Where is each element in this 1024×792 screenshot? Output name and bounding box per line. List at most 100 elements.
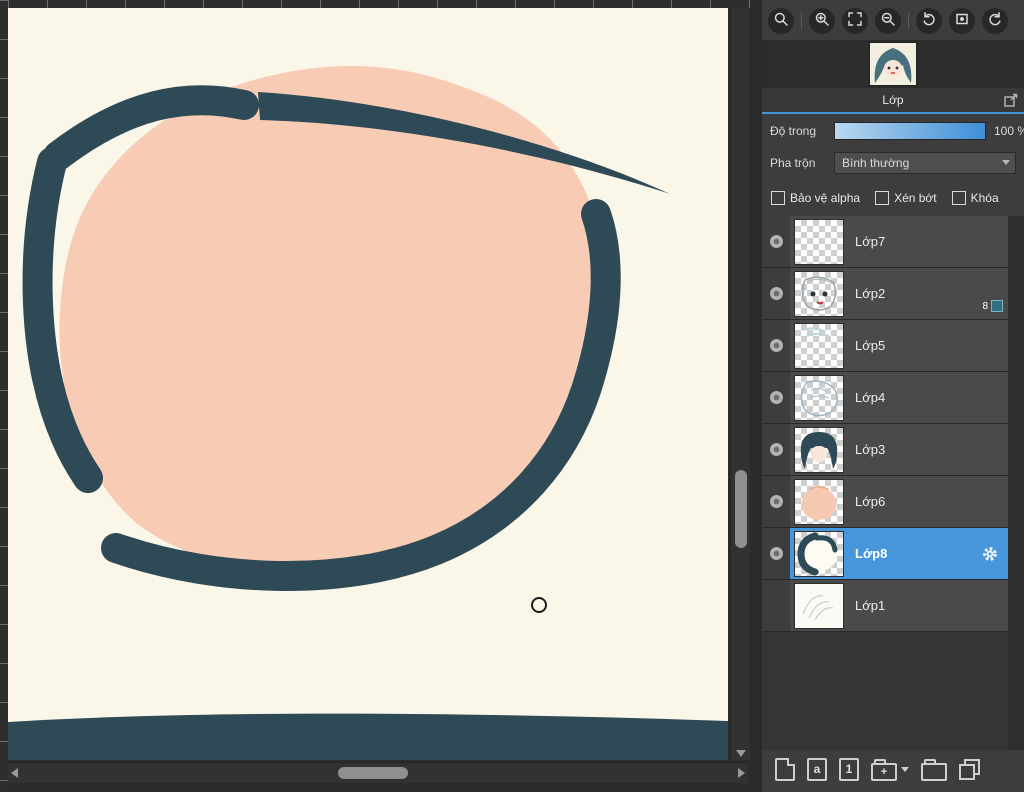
layer-row[interactable]: Lớp8 bbox=[762, 528, 1008, 580]
layer-row-content[interactable]: Lớp4 bbox=[790, 372, 1008, 423]
layer-thumbnail[interactable] bbox=[795, 219, 843, 264]
layer-settings-gear-icon[interactable] bbox=[981, 545, 999, 563]
zoom-tool-button[interactable] bbox=[768, 8, 794, 34]
layer-row-content[interactable]: Lớp5 bbox=[790, 320, 1008, 371]
navigator-thumbnail[interactable] bbox=[870, 43, 916, 85]
drawing-canvas[interactable] bbox=[8, 8, 728, 760]
layer-name: Lớp1 bbox=[855, 598, 886, 613]
opacity-row: Độ trong 100 % bbox=[762, 120, 1024, 142]
layer-name: Lớp3 bbox=[855, 442, 886, 457]
zoom-tool-icon bbox=[773, 11, 789, 32]
scroll-left-arrow-icon[interactable] bbox=[11, 768, 18, 778]
blend-mode-dropdown[interactable]: Bình thường bbox=[834, 152, 1016, 174]
visibility-dot-icon bbox=[769, 391, 783, 404]
xen-bot-option[interactable]: Xén bớt bbox=[875, 191, 937, 205]
toolbar-separator bbox=[801, 13, 802, 29]
tab-layers-label: Lớp bbox=[882, 93, 904, 107]
visibility-toggle[interactable] bbox=[762, 528, 790, 579]
layer-name: Lớp6 bbox=[855, 494, 886, 509]
layer-list-scroll-gutter[interactable] bbox=[1008, 216, 1024, 750]
layer-toolbar: a 1 + bbox=[762, 752, 1024, 786]
option-label: Xén bớt bbox=[894, 191, 937, 205]
layer-thumbnail[interactable] bbox=[795, 531, 843, 576]
layer-row-content[interactable]: Lớp8 bbox=[790, 528, 1008, 579]
visibility-dot-icon bbox=[769, 339, 783, 352]
visibility-toggle[interactable] bbox=[762, 424, 790, 475]
visibility-toggle[interactable] bbox=[762, 320, 790, 371]
visibility-toggle[interactable] bbox=[762, 268, 790, 319]
add-folder-button[interactable]: + bbox=[871, 758, 909, 781]
horizontal-scrollbar-thumb[interactable] bbox=[338, 767, 408, 779]
layer-name: Lớp8 bbox=[855, 546, 888, 561]
text-layer-button[interactable]: a bbox=[807, 757, 827, 781]
layer-thumbnail[interactable] bbox=[795, 479, 843, 524]
popout-panel-icon[interactable] bbox=[1004, 93, 1018, 107]
folder-button[interactable] bbox=[921, 758, 947, 781]
canvas-artwork bbox=[8, 8, 728, 760]
layer-row-content[interactable]: Lớp1 bbox=[790, 580, 1008, 631]
xen-bot-checkbox[interactable] bbox=[875, 191, 890, 205]
layer-row-content[interactable]: Lớp6 bbox=[790, 476, 1008, 527]
visibility-toggle[interactable] bbox=[762, 580, 790, 631]
layer-badge: 8 bbox=[982, 300, 1003, 312]
scroll-right-arrow-icon[interactable] bbox=[738, 768, 745, 778]
halftone-layer-button[interactable]: 1 bbox=[839, 757, 859, 781]
layer-row-content[interactable]: Lớp7 bbox=[790, 216, 1008, 267]
new-layer-icon bbox=[775, 757, 795, 781]
text-layer-icon: a bbox=[807, 757, 827, 781]
visibility-toggle[interactable] bbox=[762, 216, 790, 267]
vertical-scrollbar-thumb[interactable] bbox=[735, 470, 747, 548]
layer-row-content[interactable]: Lớp2 8 bbox=[790, 268, 1008, 319]
fit-screen-button[interactable] bbox=[842, 8, 868, 34]
zoom-out-button[interactable] bbox=[875, 8, 901, 34]
layer-thumbnail[interactable] bbox=[795, 427, 843, 472]
blend-row: Pha trộn Bình thường bbox=[762, 152, 1024, 174]
chevron-down-icon bbox=[901, 766, 909, 772]
layer-thumbnail[interactable] bbox=[795, 271, 843, 316]
reset-view-button[interactable] bbox=[949, 8, 975, 34]
zoom-out-icon bbox=[880, 11, 896, 32]
opacity-slider[interactable] bbox=[834, 122, 986, 140]
rotate-ccw-icon bbox=[921, 11, 937, 32]
bao-ve-alpha-option[interactable]: Bảo vệ alpha bbox=[771, 191, 860, 205]
layer-row[interactable]: Lớp2 8 bbox=[762, 268, 1008, 320]
layer-thumbnail[interactable] bbox=[795, 583, 843, 628]
visibility-toggle[interactable] bbox=[762, 476, 790, 527]
layer-row[interactable]: Lớp1 bbox=[762, 580, 1008, 632]
chevron-down-icon bbox=[1002, 160, 1010, 165]
opacity-label: Độ trong bbox=[770, 124, 817, 138]
layer-thumbnail[interactable] bbox=[795, 375, 843, 420]
view-toolbar bbox=[762, 4, 1024, 38]
layer-name: Lớp2 bbox=[855, 286, 886, 301]
opacity-value: 100 % bbox=[994, 124, 1024, 138]
fit-screen-icon bbox=[847, 11, 863, 32]
vertical-scrollbar[interactable] bbox=[730, 8, 751, 760]
duplicate-layer-button[interactable] bbox=[959, 758, 980, 780]
layer-thumbnail[interactable] bbox=[795, 323, 843, 368]
rotate-ccw-button[interactable] bbox=[916, 8, 942, 34]
layer-row[interactable]: Lớp6 bbox=[762, 476, 1008, 528]
visibility-toggle[interactable] bbox=[762, 372, 790, 423]
layer-name: Lớp7 bbox=[855, 234, 886, 249]
layer-row[interactable]: Lớp7 bbox=[762, 216, 1008, 268]
khoa-option[interactable]: Khóa bbox=[951, 191, 999, 205]
khoa-checkbox[interactable] bbox=[951, 191, 966, 205]
layer-panel: Lớp Độ trong 100 % Pha trộn Bình thường … bbox=[762, 0, 1024, 792]
layer-row[interactable]: Lớp5 bbox=[762, 320, 1008, 372]
blend-mode-value: Bình thường bbox=[842, 156, 910, 170]
visibility-dot-icon bbox=[769, 235, 783, 248]
blend-label: Pha trộn bbox=[770, 156, 816, 170]
canvas-area bbox=[0, 0, 752, 792]
horizontal-scrollbar[interactable] bbox=[8, 762, 748, 783]
new-layer-button[interactable] bbox=[775, 757, 795, 781]
rotate-cw-button[interactable] bbox=[982, 8, 1008, 34]
bao-ve-alpha-checkbox[interactable] bbox=[771, 191, 785, 205]
layer-row-content[interactable]: Lớp3 bbox=[790, 424, 1008, 475]
scroll-down-arrow-icon[interactable] bbox=[736, 750, 746, 757]
tab-layers[interactable]: Lớp bbox=[762, 88, 1024, 114]
ruler-horizontal bbox=[8, 0, 752, 8]
layer-row[interactable]: Lớp3 bbox=[762, 424, 1008, 476]
layer-options-row: Bảo vệ alpha Xén bớt Khóa bbox=[762, 188, 1024, 208]
layer-row[interactable]: Lớp4 bbox=[762, 372, 1008, 424]
zoom-in-button[interactable] bbox=[809, 8, 835, 34]
